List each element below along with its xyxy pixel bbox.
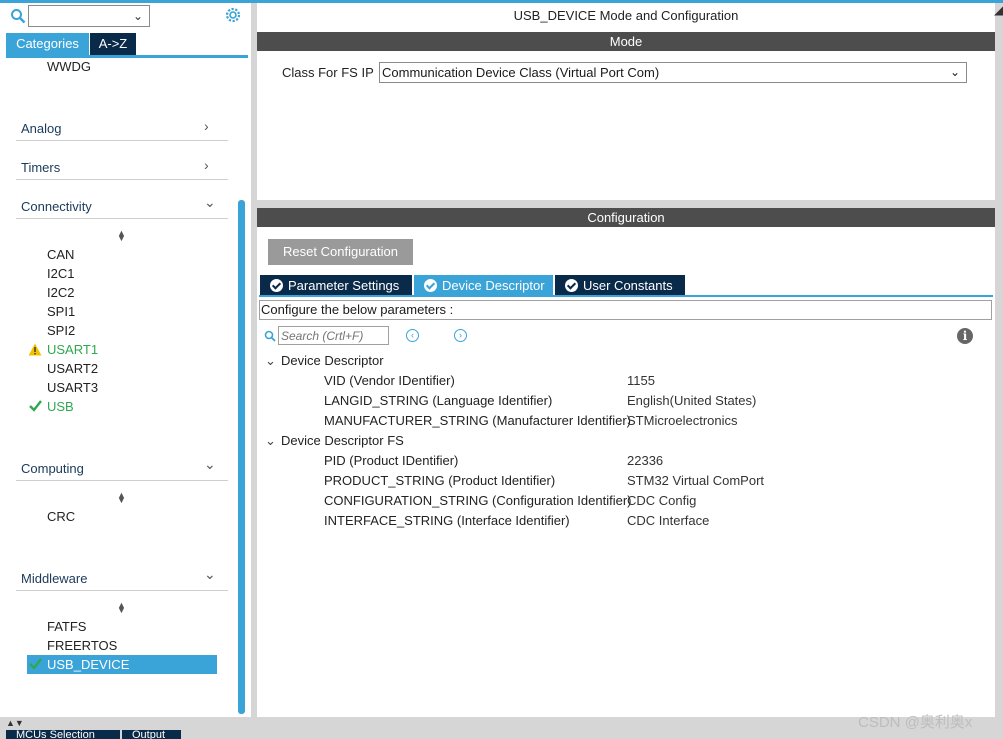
corner-resize-icon[interactable]: ◢ (994, 3, 1003, 17)
left-scrollbar[interactable] (238, 200, 245, 714)
param-configuration-value[interactable]: CDC Config (627, 493, 696, 508)
param-langid-value[interactable]: English(United States) (627, 393, 756, 408)
check-icon (29, 400, 42, 412)
parameter-search-input[interactable] (278, 326, 389, 345)
chevron-down-icon: ⌄ (265, 353, 276, 368)
horizontal-splitter[interactable] (251, 200, 1003, 208)
page-title: USB_DEVICE Mode and Configuration (513, 8, 739, 23)
param-vid-value[interactable]: 1155 (627, 373, 655, 388)
param-product-name[interactable]: PRODUCT_STRING (Product Identifier) (324, 473, 555, 488)
list-item-usb-device[interactable]: USB_DEVICE (47, 657, 129, 672)
tab-output[interactable]: Output (122, 730, 181, 739)
chevron-down-icon[interactable]: ⌄ (204, 194, 216, 211)
param-pid-value[interactable]: 22336 (627, 453, 663, 468)
tab-parameter-settings[interactable]: Parameter Settings (260, 275, 412, 296)
configuration-header-bar: Configuration (257, 208, 995, 227)
divider (16, 140, 228, 141)
next-match-icon[interactable]: › (454, 329, 467, 342)
tab-label: Device Descriptor (442, 278, 545, 293)
list-item-usart1[interactable]: USART1 (47, 342, 98, 357)
section-timers[interactable]: Timers (21, 160, 60, 175)
mode-header-bar: Mode (257, 32, 995, 51)
collapse-arrows-icon[interactable]: ▲▼ (6, 718, 24, 728)
tab-user-constants[interactable]: User Constants (555, 275, 685, 296)
section-middleware[interactable]: Middleware (21, 571, 87, 586)
list-item-spi2[interactable]: SPI2 (47, 323, 75, 338)
sort-icon[interactable]: ▲ ▼ (117, 491, 126, 505)
param-manufacturer-value[interactable]: STMicroelectronics (627, 413, 738, 428)
list-item-freertos[interactable]: FREERTOS (47, 638, 117, 653)
divider (16, 590, 228, 591)
chevron-right-icon[interactable]: › (204, 118, 209, 134)
warning-icon (28, 343, 42, 356)
list-item-usb[interactable]: USB (47, 399, 74, 414)
check-circle-icon (565, 279, 578, 292)
param-product-value[interactable]: STM32 Virtual ComPort (627, 473, 764, 488)
section-analog[interactable]: Analog (21, 121, 61, 136)
divider (16, 480, 228, 481)
chevron-down-icon[interactable]: ⌄ (204, 566, 216, 583)
divider (16, 179, 228, 180)
param-interface-value[interactable]: CDC Interface (627, 513, 709, 528)
divider (16, 218, 228, 219)
watermark: CSDN @奥利奥x (858, 714, 973, 731)
tab-underline (259, 295, 993, 297)
list-item-i2c1[interactable]: I2C1 (47, 266, 74, 281)
list-item-crc[interactable]: CRC (47, 509, 75, 524)
tab-mcus-selection[interactable]: MCUs Selection (6, 730, 120, 739)
group-device-descriptor[interactable]: ⌄ Device Descriptor (265, 353, 384, 369)
param-configuration-name[interactable]: CONFIGURATION_STRING (Configuration Iden… (324, 493, 632, 508)
right-edge (995, 3, 1003, 717)
check-circle-icon (270, 279, 283, 292)
group-label: Device Descriptor FS (281, 433, 404, 448)
reset-configuration-button[interactable]: Reset Configuration (268, 239, 413, 265)
param-manufacturer-name[interactable]: MANUFACTURER_STRING (Manufacturer Identi… (324, 413, 631, 428)
check-circle-icon (424, 279, 437, 292)
param-pid-name[interactable]: PID (Product IDentifier) (324, 453, 458, 468)
gear-icon[interactable] (224, 6, 242, 24)
param-vid-name[interactable]: VID (Vendor IDentifier) (324, 373, 455, 388)
list-item-can[interactable]: CAN (47, 247, 74, 262)
chevron-down-icon: ⌄ (949, 65, 960, 79)
class-for-fs-ip-label: Class For FS IP (282, 65, 374, 80)
list-item-usart2[interactable]: USART2 (47, 361, 98, 376)
list-item-fatfs[interactable]: FATFS (47, 619, 86, 634)
tab-label: User Constants (583, 278, 673, 293)
section-connectivity[interactable]: Connectivity (21, 199, 92, 214)
chevron-down-icon[interactable]: ⌄ (204, 456, 216, 473)
group-label: Device Descriptor (281, 353, 384, 368)
class-for-fs-ip-select[interactable]: Communication Device Class (Virtual Port… (379, 62, 967, 83)
category-search-dropdown[interactable]: ⌄ (28, 5, 150, 27)
list-item-wwdg[interactable]: WWDG (47, 59, 91, 74)
tab-label: Parameter Settings (288, 278, 400, 293)
search-icon (264, 330, 276, 342)
sort-icon[interactable]: ▲ ▼ (117, 229, 126, 243)
check-icon (29, 658, 42, 670)
tab-device-descriptor[interactable]: Device Descriptor (414, 275, 553, 296)
list-item-spi1[interactable]: SPI1 (47, 304, 75, 319)
param-langid-name[interactable]: LANGID_STRING (Language Identifier) (324, 393, 552, 408)
class-select-value: Communication Device Class (Virtual Port… (382, 65, 660, 80)
chevron-right-icon[interactable]: › (204, 157, 209, 173)
group-device-descriptor-fs[interactable]: ⌄ Device Descriptor FS (265, 433, 404, 449)
chevron-down-icon: ⌄ (265, 433, 276, 448)
previous-match-icon[interactable]: ‹ (406, 329, 419, 342)
chevron-down-icon: ⌄ (132, 9, 143, 23)
tab-a-z[interactable]: A->Z (90, 33, 136, 55)
sort-icon[interactable]: ▲ ▼ (117, 601, 126, 615)
tab-categories[interactable]: Categories (6, 33, 89, 55)
param-interface-name[interactable]: INTERFACE_STRING (Interface Identifier) (324, 513, 570, 528)
info-icon[interactable]: i (957, 328, 973, 344)
section-computing[interactable]: Computing (21, 461, 84, 476)
configure-hint: Configure the below parameters : (259, 300, 992, 320)
search-icon[interactable] (10, 8, 26, 24)
list-item-i2c2[interactable]: I2C2 (47, 285, 74, 300)
list-item-usart3[interactable]: USART3 (47, 380, 98, 395)
